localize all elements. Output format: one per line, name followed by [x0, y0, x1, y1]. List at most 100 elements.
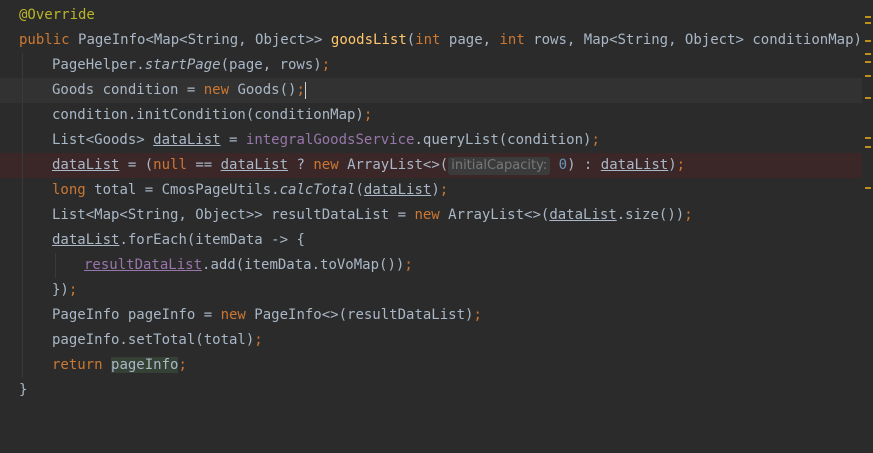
variable-datalist: dataList: [220, 157, 289, 173]
warning-marker[interactable]: [865, 16, 871, 18]
warning-marker[interactable]: [865, 22, 871, 24]
indent-guide: [22, 328, 23, 353]
indent-guide: [22, 203, 23, 228]
variable-datalist: dataList: [600, 157, 669, 173]
param-rows: rows,: [533, 32, 584, 48]
constructor: PageInfo<>(resultDataList): [254, 307, 474, 323]
semicolon: ;: [473, 307, 482, 323]
indent-guide: [22, 278, 23, 303]
statement: pageInfo.setTotal(total): [52, 332, 255, 348]
semicolon: ;: [321, 57, 331, 73]
return-type: PageInfo<Map<String, Object>>: [78, 32, 331, 48]
code-line-7[interactable]: dataList = (null == dataList ? new Array…: [0, 153, 862, 178]
error-stripe[interactable]: [862, 0, 873, 409]
block-close: }: [19, 382, 28, 398]
code-line-16[interactable]: }: [0, 378, 862, 403]
code-line-3[interactable]: PageHelper.startPage(page, rows);: [0, 53, 862, 78]
semicolon: ;: [178, 357, 187, 373]
warning-marker[interactable]: [865, 75, 871, 77]
operator: = (: [119, 157, 154, 173]
code-line-8[interactable]: long total = CmosPageUtils.calcTotal(dat…: [0, 178, 862, 203]
type: List<Goods>: [52, 132, 154, 148]
variable-pageinfo: pageInfo: [111, 357, 179, 373]
indent-guide: [22, 253, 23, 278]
variable-datalist: dataList: [549, 207, 617, 223]
variable-datalist: dataList: [52, 232, 120, 248]
param-conditionmap: Map<String, Object> conditionMap) {: [583, 32, 873, 48]
keyword-public: public: [19, 32, 79, 48]
keyword-new: new: [203, 82, 238, 98]
call: .add(itemData.toVoMap()): [202, 257, 405, 273]
code-line-10[interactable]: dataList.forEach(itemData -> {: [0, 228, 862, 253]
warning-marker[interactable]: [865, 146, 871, 148]
indent-guide: [22, 353, 23, 378]
indent-guide: [22, 178, 23, 203]
constructor: Goods(): [237, 82, 297, 98]
code-line-15[interactable]: return pageInfo;: [0, 353, 862, 378]
code-line-12[interactable]: });: [0, 278, 862, 303]
text-caret: [304, 81, 306, 99]
field-service: integralGoodsService: [245, 132, 415, 148]
indent-guide: [22, 303, 23, 328]
code-line-4[interactable]: Goods condition = new Goods();: [0, 78, 862, 103]
warning-marker[interactable]: [865, 40, 871, 42]
indent-guide: [22, 103, 23, 128]
semicolon: ;: [404, 257, 413, 273]
annotation-override: @Override: [19, 7, 95, 23]
code-line-5[interactable]: condition.initCondition(conditionMap);: [0, 103, 862, 128]
ternary: ) :: [567, 157, 601, 173]
semicolon: ;: [363, 107, 373, 123]
number-literal: 0: [550, 157, 568, 173]
semicolon: ;: [296, 82, 305, 98]
declaration: Goods condition =: [52, 82, 204, 98]
code-line-14[interactable]: pageInfo.setTotal(total);: [0, 328, 862, 353]
code-line-13[interactable]: PageInfo pageInfo = new PageInfo<>(resul…: [0, 303, 862, 328]
indent-guide: [22, 228, 23, 253]
warning-marker[interactable]: [865, 97, 871, 99]
warning-marker[interactable]: [865, 187, 871, 189]
semicolon: ;: [254, 332, 263, 348]
semicolon: ;: [68, 282, 78, 298]
method-name: goodsList: [330, 32, 407, 48]
warning-marker[interactable]: [865, 61, 871, 63]
code-line-9[interactable]: List<Map<String, Object>> resultDataList…: [0, 203, 862, 228]
indent-guide: [22, 78, 23, 103]
indent-guide: [22, 153, 23, 178]
keyword-new: new: [414, 207, 449, 223]
declaration: PageInfo pageInfo =: [52, 307, 221, 323]
declaration: total = CmosPageUtils.: [94, 182, 280, 198]
variable-datalist: dataList: [52, 157, 120, 173]
variable-datalist: dataList: [153, 132, 221, 148]
semicolon: ;: [684, 207, 693, 223]
paren: (: [406, 32, 416, 48]
constructor: ArrayList<>(: [347, 157, 449, 173]
code-line-2[interactable]: public PageInfo<Map<String, Object>> goo…: [0, 28, 873, 53]
code-line-1[interactable]: @Override: [0, 3, 862, 28]
indent-guide: [55, 253, 56, 278]
static-method: calcTotal: [279, 182, 356, 198]
code-line-6[interactable]: List<Goods> dataList = integralGoodsServ…: [0, 128, 862, 153]
semicolon: ;: [439, 182, 449, 198]
keyword-return: return: [52, 357, 112, 373]
args: (page, rows): [220, 57, 322, 73]
static-method: startPage: [144, 57, 221, 73]
paren: ): [668, 157, 677, 173]
variable-resultdatalist: resultDataList: [84, 257, 203, 273]
param-page: page,: [448, 32, 500, 48]
operator: =: [220, 132, 246, 148]
indent-guide: [22, 128, 23, 153]
indent-guide: [22, 53, 23, 78]
semicolon: ;: [676, 157, 686, 173]
semicolon: ;: [591, 132, 600, 148]
warning-marker[interactable]: [865, 137, 871, 139]
constructor: ArrayList<>(: [448, 207, 550, 223]
paren: ): [431, 182, 440, 198]
code-line-11[interactable]: resultDataList.add(itemData.toVoMap());: [0, 253, 862, 278]
call: .size()): [616, 207, 685, 223]
block-close: }): [52, 282, 69, 298]
keyword-new: new: [313, 157, 348, 173]
warning-marker[interactable]: [865, 53, 871, 55]
keyword-int: int: [415, 32, 449, 48]
code-editor[interactable]: @Override public PageInfo<Map<String, Ob…: [0, 0, 873, 409]
parameter-hint: initialCapacity:: [448, 157, 551, 175]
